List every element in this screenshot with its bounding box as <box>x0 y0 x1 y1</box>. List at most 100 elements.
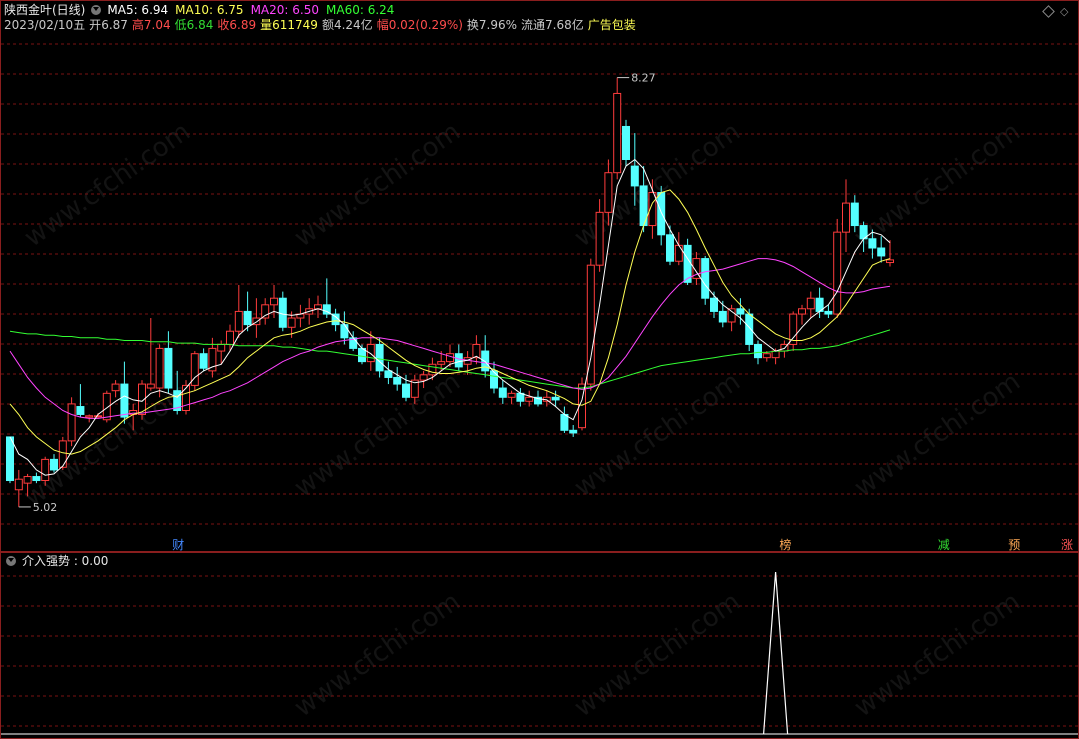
min-price-label: 5.02 <box>33 501 58 514</box>
close-value: 6.89 <box>229 18 257 32</box>
candle-down[interactable] <box>868 238 877 249</box>
candle-up[interactable] <box>437 361 446 365</box>
candle-up[interactable] <box>234 310 243 332</box>
candle-down[interactable] <box>278 297 287 328</box>
amount-label: 额 <box>321 18 334 32</box>
high-value: 7.04 <box>143 18 171 32</box>
date-label: 2023/02/10五 <box>4 18 86 32</box>
candle-up[interactable] <box>226 330 234 345</box>
candle-up[interactable] <box>842 202 850 233</box>
candle-down[interactable] <box>745 313 754 345</box>
indicator-dropdown-icon[interactable] <box>6 556 16 566</box>
candle-up[interactable] <box>23 476 32 484</box>
candle-down[interactable] <box>120 383 129 418</box>
candle-up[interactable] <box>771 350 780 359</box>
candle-up[interactable] <box>762 353 771 359</box>
candle-down[interactable] <box>490 370 498 389</box>
candle-up[interactable] <box>419 374 428 381</box>
event-tag[interactable]: 减 <box>937 539 951 552</box>
candle-down[interactable] <box>50 458 58 471</box>
candle-down[interactable] <box>622 125 630 161</box>
candle-down[interactable] <box>340 324 349 339</box>
candle-up[interactable] <box>41 458 50 482</box>
collapse-icon[interactable]: ◇ <box>1060 5 1068 18</box>
candle-down[interactable] <box>243 310 252 326</box>
candlestick-chart[interactable]: 8.27 5.02 <box>0 0 1079 552</box>
candle-down[interactable] <box>824 310 833 315</box>
candle-down[interactable] <box>736 308 745 315</box>
candle-up[interactable] <box>270 297 278 306</box>
candle-up[interactable] <box>525 396 534 402</box>
candle-down[interactable] <box>384 370 393 378</box>
event-tag[interactable]: 涨 <box>1060 539 1074 552</box>
candle-down[interactable] <box>710 297 718 312</box>
candle-down[interactable] <box>6 436 14 482</box>
event-tag[interactable]: 财 <box>171 539 185 552</box>
candle-down[interactable] <box>402 383 410 398</box>
candle-up[interactable] <box>58 440 67 468</box>
candle-up[interactable] <box>613 92 622 174</box>
candle-up[interactable] <box>94 415 102 418</box>
candle-up[interactable] <box>586 264 595 385</box>
candle-down[interactable] <box>164 347 173 389</box>
candle-up[interactable] <box>182 384 190 411</box>
candle-down[interactable] <box>701 258 710 299</box>
candle-down[interactable] <box>32 476 41 482</box>
ma-legend-item: MA20: 6.50 <box>250 3 319 17</box>
candle-down[interactable] <box>76 406 85 415</box>
indicator-spike <box>763 571 789 735</box>
candle-down[interactable] <box>560 413 569 431</box>
sector-label[interactable]: 广告包装 <box>588 18 636 32</box>
event-tag[interactable]: 榜 <box>778 539 792 552</box>
candle-up[interactable] <box>85 415 94 418</box>
candle-down[interactable] <box>657 192 666 236</box>
candle-up[interactable] <box>595 211 604 266</box>
candle-up[interactable] <box>155 347 164 389</box>
candle-down[interactable] <box>718 310 727 323</box>
title-row: 陕西金叶(日线) MA5: 6.94 MA10: 6.75 MA20: 6.50 MA6… <box>4 3 401 18</box>
candle-up[interactable] <box>67 403 76 442</box>
candle-up[interactable] <box>366 343 375 363</box>
candle-down[interactable] <box>877 247 886 257</box>
candle-down[interactable] <box>630 165 639 187</box>
indicator-grid <box>1 575 1078 727</box>
candle-down[interactable] <box>498 387 507 398</box>
candle-down[interactable] <box>850 202 859 227</box>
indicator-header: 介入强势 : 0.00 <box>4 554 108 569</box>
candle-down[interactable] <box>551 396 560 401</box>
candle-up[interactable] <box>14 478 23 491</box>
turnover-value: 换7.96% <box>466 18 518 32</box>
candle-down[interactable] <box>375 343 384 372</box>
candle-down[interactable] <box>454 353 463 368</box>
candle-up[interactable] <box>886 259 894 264</box>
max-price-label: 8.27 <box>631 72 656 85</box>
candle-up[interactable] <box>287 317 296 328</box>
ma-legend-item: MA60: 6.24 <box>326 3 395 17</box>
indicator-chart[interactable] <box>0 552 1079 739</box>
candle-down[interactable] <box>569 429 578 434</box>
candle-up[interactable] <box>833 231 842 315</box>
candle-up[interactable] <box>507 392 516 398</box>
candle-up[interactable] <box>798 308 806 315</box>
candle-up[interactable] <box>261 304 270 319</box>
dropdown-icon[interactable] <box>91 5 102 15</box>
candle-up[interactable] <box>111 383 120 392</box>
candle-up[interactable] <box>604 172 613 213</box>
candle-down[interactable] <box>666 234 674 262</box>
candle-up[interactable] <box>314 304 322 310</box>
candle-down[interactable] <box>199 353 208 369</box>
candle-up[interactable] <box>428 363 437 376</box>
candle-up[interactable] <box>446 353 454 363</box>
candle-up[interactable] <box>217 343 226 352</box>
candle-down[interactable] <box>754 343 762 359</box>
candle-up[interactable] <box>806 297 815 310</box>
event-tag[interactable]: 预 <box>1007 539 1021 552</box>
candle-up[interactable] <box>146 383 155 389</box>
candle-down[interactable] <box>393 376 402 385</box>
candle-up[interactable] <box>674 244 683 262</box>
volume-label: 量 <box>260 18 273 32</box>
candle-up[interactable] <box>472 343 481 359</box>
float-cap-value: 流通7.68亿 <box>521 18 584 32</box>
candle-up[interactable] <box>727 308 736 323</box>
stock-title[interactable]: 陕西金叶(日线) <box>4 3 85 17</box>
